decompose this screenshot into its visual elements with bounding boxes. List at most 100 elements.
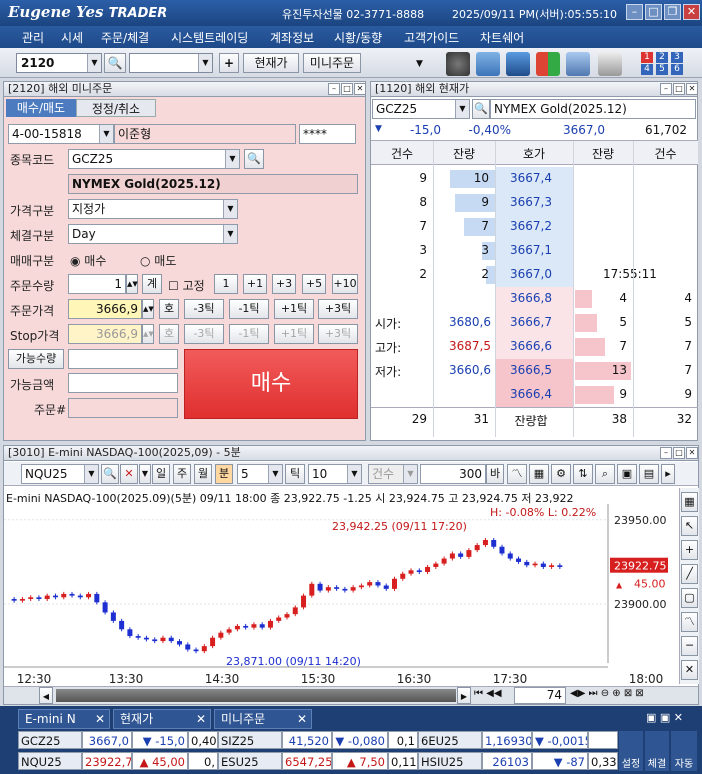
hline-icon[interactable]: ─ xyxy=(681,636,698,656)
tab-buy-sell[interactable]: 매수/매도 xyxy=(6,99,76,117)
search-icon[interactable]: 🔍 xyxy=(101,464,119,484)
view-controls-icon[interactable]: ◀▶ ⏭ ⊖ ⊕ ⊠ ⊠ xyxy=(570,688,644,699)
close-icon[interactable]: ✕ xyxy=(683,4,700,20)
bar-unit-button[interactable]: 바 xyxy=(486,464,504,484)
minimize-icon[interactable]: – xyxy=(626,4,643,20)
sum-button[interactable]: 계 xyxy=(142,274,162,294)
news-icon[interactable] xyxy=(476,52,500,76)
maximize-icon[interactable]: □ xyxy=(645,4,662,20)
menu-item[interactable]: 시세 xyxy=(61,29,83,46)
chevron-down-icon[interactable]: ▼ xyxy=(198,54,212,72)
windows-icon[interactable] xyxy=(536,52,560,76)
ask-price[interactable]: 3667,0 xyxy=(495,267,567,281)
bid-price[interactable]: 3666,8 xyxy=(495,291,567,305)
minimize-icon[interactable]: – xyxy=(660,83,672,95)
fill-type-select[interactable]: Day ▼ xyxy=(68,224,238,244)
bid-price[interactable]: 3666,4 xyxy=(495,387,567,401)
save-icon[interactable]: ▣ xyxy=(617,464,637,484)
grid-icon[interactable]: ▤ xyxy=(639,464,659,484)
compare-icon[interactable]: ⇅ xyxy=(573,464,593,484)
interval-select[interactable]: 5 ▼ xyxy=(237,464,283,484)
ticker-sym[interactable]: SIZ25 xyxy=(218,731,282,749)
symbol-select[interactable]: GCZ25 ▼ xyxy=(68,149,240,169)
shape-icon[interactable]: ▢ xyxy=(681,588,698,608)
scroll-left-icon[interactable]: ◀ xyxy=(39,687,53,704)
bar-count-input[interactable]: 300 xyxy=(420,464,486,484)
grid-icon[interactable]: ▦ xyxy=(681,492,698,512)
tick-button[interactable]: -3틱 xyxy=(184,299,224,319)
period-month-button[interactable]: 월 xyxy=(194,464,212,484)
ask-price[interactable]: 3667,1 xyxy=(495,243,567,257)
monitor-icon[interactable] xyxy=(506,52,530,76)
cursor-icon[interactable]: ↖ xyxy=(681,516,698,536)
stop-price-input[interactable]: 3666,9 xyxy=(68,324,142,344)
ticker-sym[interactable]: 6EU25 xyxy=(418,731,482,749)
chevron-down-icon[interactable]: ▼ xyxy=(455,100,469,118)
tab-modify-cancel[interactable]: 정정/취소 xyxy=(76,99,156,117)
fills-button[interactable]: 체결 xyxy=(645,731,669,771)
close-icon[interactable]: ✕ xyxy=(686,447,698,459)
chevron-down-icon[interactable]: ▼ xyxy=(403,465,417,483)
qty-preset-button[interactable]: +5 xyxy=(302,274,326,294)
chevron-down-icon[interactable]: ▼ xyxy=(84,465,98,483)
layout-4-button[interactable]: 4 xyxy=(641,64,653,75)
gear-icon[interactable] xyxy=(446,52,470,76)
count-select[interactable]: 건수 ▼ xyxy=(368,464,418,484)
tick-button[interactable]: +1틱 xyxy=(274,299,314,319)
order-price-input[interactable]: 3666,9 xyxy=(68,299,142,319)
price-type-select[interactable]: 지정가 ▼ xyxy=(68,199,238,219)
ask-price[interactable]: 3667,2 xyxy=(495,219,567,233)
chevron-down-icon[interactable]: ▼ xyxy=(225,150,239,168)
indicator-icon[interactable]: 〽 xyxy=(681,612,698,632)
search-icon[interactable]: 🔍 xyxy=(104,53,126,73)
restore-icon[interactable]: ❐ xyxy=(664,4,681,20)
menu-item[interactable]: 주문/체결 xyxy=(101,29,149,46)
zoom-value-input[interactable]: 74 xyxy=(514,687,566,704)
tick-button[interactable]: -3틱 xyxy=(184,324,224,344)
layout-3-button[interactable]: 3 xyxy=(671,52,683,63)
symbol-select[interactable]: GCZ25 ▼ xyxy=(372,99,470,119)
buy-submit-button[interactable]: 매수 xyxy=(184,349,358,419)
tick-button[interactable]: +3틱 xyxy=(318,299,358,319)
camera-icon[interactable] xyxy=(566,52,590,76)
add-icon[interactable]: + xyxy=(219,53,239,73)
screen-number-input[interactable]: 2120 ▼ xyxy=(16,53,102,73)
tick-select[interactable]: 10 ▼ xyxy=(308,464,362,484)
bottom-tab[interactable]: 현재가 ✕ xyxy=(113,709,211,729)
quantity-stepper[interactable]: ▲▼ xyxy=(126,274,138,294)
tick-button[interactable]: -1틱 xyxy=(229,299,269,319)
bottom-tab[interactable]: E-mini N ✕ xyxy=(18,709,110,729)
menu-item[interactable]: 계좌정보 xyxy=(270,29,314,46)
qty-preset-button[interactable]: +1 xyxy=(243,274,267,294)
zoom-icon[interactable]: ⌕ xyxy=(595,464,615,484)
chart-symbol-select[interactable]: NQU25 ▼ xyxy=(21,464,99,484)
menu-item[interactable]: 관리 xyxy=(22,29,44,46)
chevron-down-icon[interactable]: ▼ xyxy=(223,225,237,243)
ho-button[interactable]: 호 xyxy=(159,299,179,319)
quantity-input[interactable]: 1 xyxy=(68,274,126,294)
stop-stepper[interactable]: ▲▼ xyxy=(142,324,154,344)
bid-price[interactable]: 3666,7 xyxy=(495,315,567,329)
available-qty-button[interactable]: 가능수량 xyxy=(8,349,64,369)
layout-2-button[interactable]: 2 xyxy=(656,52,668,63)
minimize-icon[interactable]: – xyxy=(328,83,340,95)
bid-price[interactable]: 3666,6 xyxy=(495,339,567,353)
ask-price[interactable]: 3667,3 xyxy=(495,195,567,209)
period-week-button[interactable]: 주 xyxy=(173,464,191,484)
menu-item[interactable]: 시스템트레이딩 xyxy=(171,29,248,46)
close-icon[interactable]: ✕ xyxy=(354,83,366,95)
ticker-sym[interactable]: NQU25 xyxy=(18,752,82,770)
ticker-sym[interactable]: GCZ25 xyxy=(18,731,82,749)
scroll-right-icon[interactable]: ▶ xyxy=(457,687,471,704)
chevron-down-icon[interactable]: ▼ xyxy=(139,464,151,484)
trendline-icon[interactable]: ╱ xyxy=(681,564,698,584)
period-minute-button[interactable]: 분 xyxy=(215,464,233,484)
printer-icon[interactable] xyxy=(598,52,622,76)
layout-6-button[interactable]: 6 xyxy=(671,64,683,75)
search-icon[interactable]: 🔍 xyxy=(472,99,490,119)
sell-radio[interactable]: ○ 매도 xyxy=(140,252,176,269)
password-input[interactable]: **** xyxy=(299,124,356,144)
tick-button[interactable]: +3틱 xyxy=(318,324,358,344)
delete-icon[interactable]: ✕ xyxy=(681,660,698,680)
chart-settings-icon[interactable]: ⚙ xyxy=(551,464,571,484)
